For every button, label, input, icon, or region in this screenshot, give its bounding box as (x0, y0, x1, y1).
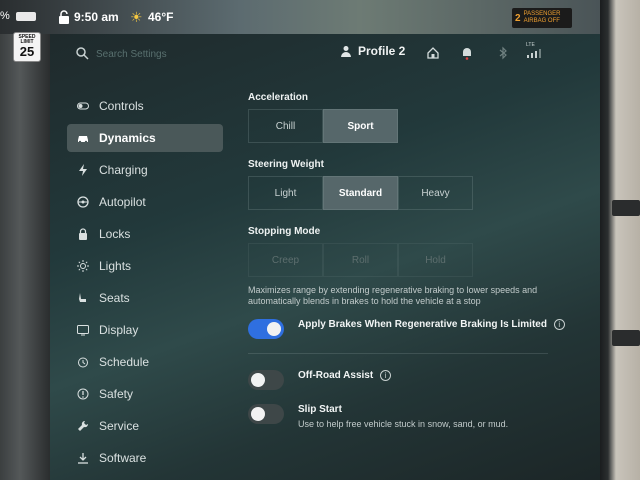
wrench-icon (78, 420, 89, 431)
sidebar-item-label: Seats (99, 291, 130, 305)
steering-weight-title: Steering Weight (248, 159, 324, 170)
outside-temperature: 46°F (148, 10, 174, 24)
stopping-mode-title: Stopping Mode (248, 226, 321, 237)
search-input[interactable] (96, 44, 276, 64)
sidebar-item-label: Autopilot (99, 195, 146, 209)
battery-icon (16, 12, 36, 21)
battery-percentage: % (0, 10, 10, 22)
steering-weight-selector: Light Standard Heavy (248, 176, 588, 210)
acceleration-option-chill[interactable]: Chill (248, 109, 323, 143)
slip-start-row: Slip Start Use to help free vehicle stuc… (248, 404, 588, 430)
home-icon[interactable] (426, 46, 440, 60)
sun-icon (77, 260, 89, 272)
steering-option-light[interactable]: Light (248, 176, 323, 210)
toggle-knob (251, 407, 265, 421)
sidebar-item-label: Charging (99, 163, 148, 177)
clock-icon (78, 357, 88, 368)
weather-sun-icon: ☀ (130, 9, 143, 25)
profile-selector[interactable]: Profile 2 (340, 44, 405, 58)
slip-start-toggle[interactable] (248, 404, 284, 424)
settings-sidebar: Controls Dynamics Charging Autopilot Loc… (67, 92, 223, 476)
airbag-icon: 2 (515, 12, 521, 24)
screen-bezel-right (600, 0, 640, 480)
stopping-option-hold[interactable]: Hold (398, 243, 473, 277)
sidebar-item-locks[interactable]: Locks (67, 220, 223, 248)
download-icon (78, 453, 88, 464)
sidebar-item-charging[interactable]: Charging (67, 156, 223, 184)
bluetooth-icon[interactable] (496, 46, 510, 60)
sidebar-item-label: Software (99, 451, 147, 465)
toggle-knob (267, 322, 281, 336)
sidebar-item-label: Dynamics (99, 131, 156, 145)
sidebar-item-label: Schedule (99, 355, 150, 369)
lte-signal-indicator: LTE (524, 42, 544, 60)
apply-brakes-row: Apply Brakes When Regenerative Braking I… (248, 319, 588, 339)
profile-label: Profile 2 (358, 44, 406, 58)
sidebar-item-schedule[interactable]: Schedule (67, 348, 223, 376)
search-icon (76, 47, 89, 60)
off-road-assist-row: Off-Road Assist i (248, 370, 588, 390)
display-icon (77, 325, 89, 336)
sidebar-item-safety[interactable]: Safety (67, 380, 223, 408)
info-icon[interactable]: i (379, 370, 391, 381)
person-icon (341, 46, 351, 57)
lightning-icon (79, 164, 87, 176)
off-road-assist-label: Off-Road Assist (298, 370, 374, 382)
steering-option-heavy[interactable]: Heavy (398, 176, 473, 210)
slip-start-description: Use to help free vehicle stuck in snow, … (298, 419, 509, 429)
lock-icon (79, 228, 87, 240)
off-road-assist-toggle[interactable] (248, 370, 284, 390)
sidebar-item-service[interactable]: Service (67, 412, 223, 440)
settings-panel: Profile 2 LTE Controls (50, 34, 600, 480)
sidebar-item-seats[interactable]: Seats (67, 284, 223, 312)
steering-option-standard[interactable]: Standard (323, 176, 398, 210)
alert-icon (77, 388, 89, 400)
sidebar-item-autopilot[interactable]: Autopilot (67, 188, 223, 216)
toggle-icon (77, 102, 89, 110)
sidebar-item-controls[interactable]: Controls (67, 92, 223, 120)
dashboard-vent (612, 330, 640, 346)
acceleration-option-sport[interactable]: Sport (323, 109, 398, 143)
sidebar-item-label: Display (99, 323, 139, 337)
sidebar-item-label: Locks (99, 227, 131, 241)
car-icon (78, 136, 88, 144)
lock-icon[interactable] (58, 10, 70, 24)
acceleration-title: Acceleration (248, 92, 309, 103)
dashboard-vent (612, 200, 640, 216)
apply-brakes-label: Apply Brakes When Regenerative Braking I… (298, 319, 547, 331)
screen-bezel-left (0, 0, 50, 480)
sidebar-item-display[interactable]: Display (67, 316, 223, 344)
steering-wheel-icon (77, 196, 89, 208)
stopping-option-roll[interactable]: Roll (323, 243, 398, 277)
airbag-line2: AIRBAG OFF (523, 18, 560, 24)
section-divider (248, 353, 548, 354)
airbag-line1: PASSENGER (523, 11, 561, 17)
passenger-airbag-indicator: 2 PASSENGER AIRBAG OFF (512, 8, 572, 28)
stopping-mode-selector: Creep Roll Hold (248, 243, 588, 277)
sidebar-item-dynamics[interactable]: Dynamics (67, 124, 223, 152)
sidebar-item-lights[interactable]: Lights (67, 252, 223, 280)
slip-start-label: Slip Start (298, 404, 342, 415)
speed-limit-value: 25 (19, 44, 35, 59)
bell-icon[interactable] (460, 46, 474, 60)
sidebar-item-label: Service (99, 419, 140, 433)
sidebar-item-label: Lights (99, 259, 132, 273)
status-bar: % 9:50 am ☀ 46°F 2 PASSENGER AIRBAG OFF (0, 0, 600, 34)
toggle-knob (251, 373, 265, 387)
stopping-option-creep[interactable]: Creep (248, 243, 323, 277)
sidebar-item-software[interactable]: Software (67, 444, 223, 472)
seat-icon (79, 293, 86, 302)
apply-brakes-toggle[interactable] (248, 319, 284, 339)
acceleration-selector: Chill Sport (248, 109, 588, 143)
dynamics-settings: Acceleration Chill Sport Steering Weight… (248, 92, 588, 444)
stopping-mode-description: Maximizes range by extending regenerativ… (248, 285, 538, 306)
settings-header: Profile 2 LTE (50, 34, 600, 74)
clock-time: 9:50 am (74, 10, 119, 24)
speed-limit-sign: SPEED LIMIT 25 (13, 32, 41, 62)
sidebar-item-label: Controls (99, 99, 144, 113)
signal-bars-icon (527, 49, 541, 58)
info-icon[interactable]: i (553, 319, 565, 330)
sidebar-item-label: Safety (99, 387, 134, 401)
